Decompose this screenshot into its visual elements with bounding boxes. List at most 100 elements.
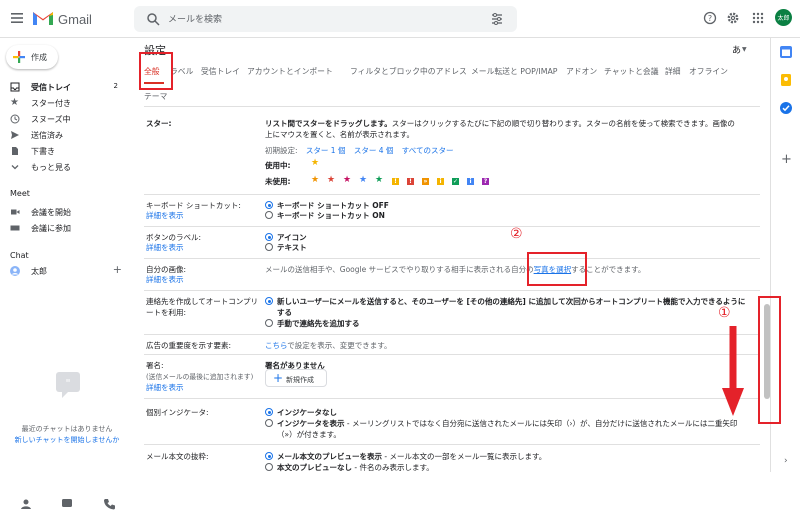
input-tools-selector[interactable]: あ	[732, 43, 741, 56]
star-purple-icon[interactable]: ★	[343, 175, 351, 185]
autocomplete-manual-text: 手動で連絡先を追加する	[277, 319, 360, 328]
meet-join[interactable]: 会議に参加	[0, 221, 134, 236]
my-picture-description: メールの送信相手や、Google サービスでやり取りする相手に表示される自分の写…	[265, 264, 645, 275]
in-use-label: 使用中:	[265, 161, 291, 170]
chevron-down-icon	[11, 165, 19, 170]
meet-section-title: Meet	[10, 189, 30, 198]
nav-item-snoozed[interactable]: スヌーズ中	[0, 112, 134, 127]
star-yellow-icon[interactable]: ★	[311, 158, 319, 168]
gmail-logo-icon[interactable]	[32, 9, 54, 27]
labels-icon-radio[interactable]	[265, 233, 273, 241]
add-addon-icon[interactable]: +	[781, 152, 792, 167]
stars-presets: 初期設定: スター 1 個 スター 4 個 すべてのスター	[265, 145, 453, 156]
importance-here-link[interactable]: こちら	[265, 341, 287, 350]
chat-user[interactable]: 太郎 +	[0, 263, 134, 279]
annotation-number-two: ②	[510, 226, 523, 242]
tab-inbox[interactable]: 受信トレイ	[201, 66, 240, 77]
compose-button[interactable]: 作成	[6, 45, 58, 69]
tab-forwarding[interactable]: メール転送と POP/IMAP	[471, 66, 558, 77]
chat-bubble-icon: "	[56, 372, 80, 398]
apps-grid-icon[interactable]	[751, 11, 765, 25]
preset-1-star-link[interactable]: スター 1 個	[306, 146, 346, 155]
autocomplete-manual-radio[interactable]	[265, 319, 273, 327]
nav-label: スター付き	[31, 99, 71, 108]
signature-detail-link[interactable]: 詳細を表示	[146, 382, 184, 393]
meet-start[interactable]: 会議を開始	[0, 205, 134, 220]
bang-yellow-icon[interactable]: !	[392, 178, 399, 185]
stars-desc-rest: スターはクリックするたびに下記の順で切り替わります。スターの名前を使って検索でき…	[391, 119, 735, 128]
shortcuts-detail-link[interactable]: 詳細を表示	[146, 210, 184, 221]
nav-item-drafts[interactable]: 下書き	[0, 144, 134, 159]
star-icon: ★	[10, 97, 19, 108]
autocomplete-auto-radio[interactable]	[265, 297, 273, 305]
tab-filters[interactable]: フィルタとブロック中のアドレス	[350, 66, 467, 77]
divider	[144, 290, 760, 291]
shortcuts-on-radio[interactable]	[265, 211, 273, 219]
chevron-down-icon[interactable]: ▼	[742, 46, 747, 53]
button-labels-detail-link[interactable]: 詳細を表示	[146, 242, 184, 253]
tab-offline[interactable]: オフライン	[689, 66, 728, 77]
add-chat-icon[interactable]: +	[113, 263, 122, 276]
tab-chat-meet[interactable]: チャットと会議	[604, 66, 659, 77]
chat-icon[interactable]	[61, 498, 73, 510]
help-icon[interactable]: ?	[703, 11, 717, 25]
new-signature-button[interactable]: + 新規作成	[265, 369, 327, 387]
tab-advanced[interactable]: 詳細	[665, 66, 681, 77]
search-icon[interactable]	[146, 12, 160, 26]
stars-desc-bold: リスト間でスターをドラッグします。	[265, 119, 392, 128]
chat-user-name: 太郎	[31, 267, 47, 276]
nav-item-more[interactable]: もっと見る	[0, 160, 134, 175]
nav-count: 2	[113, 82, 118, 90]
preset-4-stars-link[interactable]: スター 4 個	[354, 146, 394, 155]
tab-labels[interactable]: ラベル	[170, 66, 193, 77]
tab-themes[interactable]: テーマ	[144, 91, 167, 102]
bang-red-icon[interactable]: !	[407, 178, 414, 185]
indicators-show-rest: - メーリングリストではなく自分宛に送信されたメールには矢印（›）が、自分だけに…	[344, 419, 738, 428]
importance-label: 広告の重要度を示す要素:	[146, 341, 232, 350]
main-menu-icon[interactable]	[10, 11, 24, 25]
phone-icon[interactable]	[103, 498, 115, 510]
question-purple-icon[interactable]: ?	[482, 178, 489, 185]
nav-item-starred[interactable]: ★ スター付き	[0, 96, 134, 111]
tab-addons[interactable]: アドオン	[566, 66, 597, 77]
chat-empty-text: 最近のチャットはありません	[21, 425, 113, 433]
star-orange-icon[interactable]: ★	[311, 175, 319, 185]
account-avatar[interactable]: 太郎	[775, 9, 792, 26]
guillemet-orange-icon[interactable]: »	[422, 178, 429, 185]
divider	[144, 334, 760, 335]
signature-label: 署名:	[146, 361, 164, 370]
nav-item-inbox[interactable]: 受信トレイ 2	[0, 80, 134, 95]
check-green-icon[interactable]: ✓	[452, 178, 459, 185]
star-green-icon[interactable]: ★	[375, 175, 383, 185]
keep-icon[interactable]	[779, 73, 793, 87]
person-icon[interactable]	[20, 498, 32, 510]
info-yellow-icon[interactable]: i	[437, 178, 444, 185]
info-blue-icon[interactable]: i	[467, 178, 474, 185]
nav-item-sent[interactable]: 送信済み	[0, 128, 134, 143]
my-picture-desc-pre: メールの送信相手や、Google サービスでやり取りする相手に表示される自分の	[265, 265, 534, 274]
divider	[144, 444, 760, 445]
search-options-icon[interactable]	[490, 12, 504, 26]
star-blue-icon[interactable]: ★	[359, 175, 367, 185]
settings-gear-icon[interactable]	[726, 11, 740, 25]
start-chat-link[interactable]: 新しいチャットを開始しませんか	[0, 435, 134, 445]
labels-text-radio[interactable]	[265, 243, 273, 251]
sidebar: 作成 受信トレイ 2 ★ スター付き スヌーズ中 送信済み 下書き もっと見る …	[0, 38, 134, 510]
snippets-none-radio[interactable]	[265, 463, 273, 471]
preset-all-stars-link[interactable]: すべてのスター	[402, 146, 454, 155]
snippets-show-radio[interactable]	[265, 452, 273, 460]
expand-panel-icon[interactable]: ›	[784, 456, 788, 466]
indicators-none-radio[interactable]	[265, 408, 273, 416]
indicators-show-bold: インジケータを表示	[277, 419, 345, 428]
clock-icon	[10, 114, 20, 124]
tasks-icon[interactable]	[779, 101, 793, 115]
annotation-box-general-tab	[139, 52, 173, 90]
tab-accounts[interactable]: アカウントとインポート	[247, 66, 333, 77]
search-input[interactable]: メールを検索	[168, 12, 222, 25]
my-picture-detail-link[interactable]: 詳細を表示	[146, 274, 184, 285]
star-red-icon[interactable]: ★	[327, 175, 335, 185]
calendar-icon[interactable]	[779, 45, 793, 59]
inbox-icon	[10, 82, 20, 92]
shortcuts-off-radio[interactable]	[265, 201, 273, 209]
indicators-show-radio[interactable]	[265, 419, 273, 427]
